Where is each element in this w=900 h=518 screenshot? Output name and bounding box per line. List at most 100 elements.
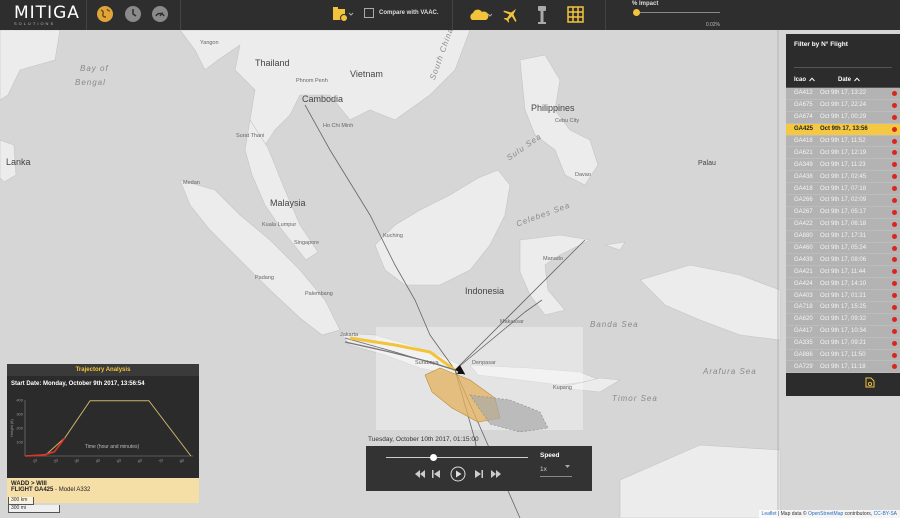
- flight-row[interactable]: GA438 Oct 9th 17, 02:45: [786, 171, 900, 184]
- flight-row[interactable]: GA718 Oct 9th 17, 15:25: [786, 302, 900, 314]
- flight-icao: GA403: [794, 292, 813, 299]
- fast-forward-icon[interactable]: [491, 470, 501, 478]
- flight-row[interactable]: GA886 Oct 9th 17, 11:50: [786, 350, 900, 362]
- flight-icao: GA425: [794, 126, 814, 133]
- clock-icon[interactable]: [125, 6, 141, 22]
- volcano-layer-icon[interactable]: [332, 7, 354, 25]
- map-label-country: Vietnam: [350, 69, 383, 79]
- compare-vaac-checkbox[interactable]: [364, 8, 374, 18]
- flight-row[interactable]: GA349 Oct 9th 17, 11:23: [786, 159, 900, 172]
- status-dot: [892, 305, 897, 311]
- flight-row[interactable]: GA425 Oct 9th 17, 13:56: [786, 123, 900, 136]
- chevron-up-icon: [809, 77, 815, 82]
- flight-row[interactable]: GA335 Oct 9th 17, 09:21: [786, 338, 900, 350]
- flight-panel-footer: [786, 373, 900, 388]
- flight-date: Oct 9th 17, 11:52: [820, 138, 866, 144]
- flight-date: Oct 9th 17, 13:22: [820, 90, 867, 97]
- gauge-icon[interactable]: [152, 6, 168, 22]
- flight-date: Oct 9th 17, 09:32: [820, 316, 867, 323]
- impact-slider[interactable]: % Impact 0.02%: [632, 1, 722, 28]
- map-label-sea: Bay of: [80, 64, 109, 73]
- app-name: MITIGA: [14, 3, 80, 23]
- flight-row[interactable]: GA424 Oct 9th 17, 14:10: [786, 278, 900, 291]
- speed-select[interactable]: 1x: [540, 463, 572, 477]
- attribution-contrib: contributors,: [843, 511, 874, 517]
- skip-back-icon[interactable]: [432, 470, 440, 478]
- flight-row[interactable]: GA674 Oct 9th 17, 00:29: [786, 112, 900, 124]
- airplane-icon[interactable]: [501, 5, 521, 27]
- map-label-city: Kupang: [553, 385, 572, 391]
- impact-slider-handle[interactable]: [633, 9, 641, 16]
- flight-table-header: Icao Date: [786, 72, 900, 88]
- tower-icon[interactable]: [536, 5, 548, 27]
- status-dot: [892, 245, 897, 251]
- status-dot: [892, 328, 897, 334]
- toolbar-divider: [180, 0, 181, 30]
- impact-slider-track[interactable]: [633, 9, 720, 16]
- flight-row[interactable]: GA421 Oct 9th 17, 11:44: [786, 266, 900, 279]
- x-tick-label: 40: [95, 457, 102, 464]
- map-label-city: Singapore: [294, 240, 320, 246]
- flight-row[interactable]: GA439 Oct 9th 17, 08:06: [786, 254, 900, 267]
- flight-date: Oct 9th 17, 22:24: [820, 102, 867, 109]
- report-icon[interactable]: [865, 377, 875, 388]
- flight-row[interactable]: GA729 Oct 9th 17, 11:18: [786, 361, 900, 374]
- license-link[interactable]: CC-BY-SA: [874, 511, 897, 517]
- flight-icao: GA621: [794, 149, 813, 156]
- flight-filter-panel: Filter by N° Flight Icao Date GA412 Oct 9…: [786, 34, 900, 396]
- globe-icon[interactable]: [97, 6, 113, 22]
- map-label-country: Palau: [698, 160, 716, 167]
- flight-icao: GA880: [794, 233, 813, 240]
- status-dot: [892, 281, 897, 287]
- map-label-country: Lanka: [6, 157, 31, 167]
- status-dot: [892, 364, 897, 370]
- attribution-text: | Map data ©: [776, 511, 808, 517]
- toolbar-divider: [452, 0, 453, 30]
- leaflet-link[interactable]: Leaflet: [762, 511, 777, 517]
- sort-date-header[interactable]: Date: [838, 77, 898, 83]
- playback-handle[interactable]: [429, 454, 437, 461]
- flight-row[interactable]: GA620 Oct 9th 17, 09:32: [786, 314, 900, 326]
- skip-forward-icon[interactable]: [475, 470, 483, 478]
- flight-date: Oct 9th 17, 11:18: [820, 363, 866, 370]
- flight-date: Oct 9th 17, 15:25: [820, 304, 867, 311]
- flight-row[interactable]: GA417 Oct 9th 17, 10:34: [786, 326, 900, 338]
- rewind-icon[interactable]: [415, 470, 425, 478]
- status-dot: [892, 340, 897, 346]
- play-icon[interactable]: [450, 466, 466, 482]
- flight-row[interactable]: GA412 Oct 9th 17, 13:22: [786, 88, 900, 100]
- flight-date: Oct 9th 17, 11:44: [820, 268, 866, 275]
- sort-icao-header[interactable]: Icao: [794, 77, 820, 83]
- status-dot: [892, 293, 897, 299]
- flight-date: Oct 9th 17, 06:18: [820, 221, 867, 228]
- flight-row[interactable]: GA418 Oct 9th 17, 07:18: [786, 183, 900, 196]
- flight-row[interactable]: GA403 Oct 9th 17, 01:21: [786, 290, 900, 303]
- flight-list: GA412 Oct 9th 17, 13:22 GA675 Oct 9th 17, 2…: [786, 88, 900, 374]
- status-dot: [892, 352, 897, 358]
- flight-row[interactable]: GA675 Oct 9th 17, 22:24: [786, 100, 900, 112]
- flight-filter-input[interactable]: [794, 56, 892, 68]
- flight-row[interactable]: GA621 Oct 9th 17, 12:19: [786, 147, 900, 160]
- flight-icao: GA718: [794, 304, 813, 311]
- flight-icao: GA620: [794, 316, 813, 323]
- cloud-icon[interactable]: [468, 8, 494, 24]
- flight-row[interactable]: GA422 Oct 9th 17, 06:18: [786, 219, 900, 231]
- flight-row[interactable]: GA880 Oct 9th 17, 17:31: [786, 231, 900, 243]
- status-dot: [892, 91, 897, 96]
- x-tick-label: 50: [116, 457, 123, 464]
- flight-icao: GA412: [794, 90, 813, 97]
- status-dot: [892, 316, 897, 322]
- playback-timeline[interactable]: [386, 454, 528, 461]
- compare-vaac-toggle[interactable]: Compare with VAAC.: [364, 8, 439, 18]
- flight-row[interactable]: GA418 Oct 9th 17, 11:52: [786, 136, 900, 148]
- playback-controls: Speed 1x: [366, 446, 592, 491]
- map-label-sea: Arafura Sea: [703, 367, 757, 376]
- flight-row[interactable]: GA267 Oct 9th 17, 05:17: [786, 207, 900, 219]
- osm-link[interactable]: OpenStreetMap: [808, 511, 843, 517]
- flight-row[interactable]: GA460 Oct 9th 17, 05:24: [786, 243, 900, 255]
- flight-date: Oct 9th 17, 02:45: [820, 173, 867, 180]
- app-logo: MITIGA SOLUTIONS: [14, 3, 80, 26]
- grid-icon[interactable]: [567, 6, 584, 25]
- flight-date: Oct 9th 17, 17:31: [820, 233, 867, 240]
- flight-row[interactable]: GA266 Oct 9th 17, 02:09: [786, 195, 900, 207]
